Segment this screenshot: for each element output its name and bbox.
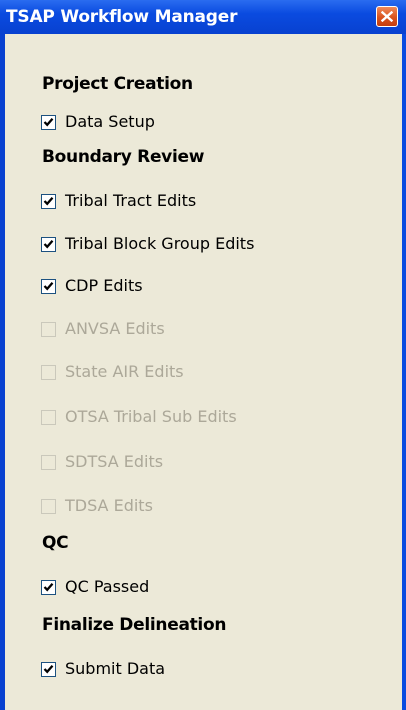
workflow-panel: Project Creation Data Setup Boundary Rev… <box>0 34 406 710</box>
checkbox-label: Submit Data <box>65 659 166 678</box>
checkbox-label: ANVSA Edits <box>65 319 165 338</box>
checkmark-icon <box>43 197 54 206</box>
section-heading-boundary-review: Boundary Review <box>42 147 205 167</box>
checkmark-icon <box>43 665 54 674</box>
checkbox-label: Data Setup <box>65 112 155 131</box>
title-bar[interactable]: TSAP Workflow Manager <box>0 0 406 34</box>
checkbox[interactable] <box>41 580 56 595</box>
window-title: TSAP Workflow Manager <box>6 7 238 27</box>
checkbox-label: SDTSA Edits <box>65 452 164 471</box>
checkbox[interactable] <box>41 662 56 677</box>
checkbox-label: OTSA Tribal Sub Edits <box>65 407 237 426</box>
section-heading-project-creation: Project Creation <box>42 74 193 94</box>
checkbox[interactable] <box>41 322 56 337</box>
checkbox[interactable] <box>41 410 56 425</box>
checkmark-icon <box>43 240 54 249</box>
checkbox-label: Tribal Block Group Edits <box>65 234 255 253</box>
section-heading-qc: QC <box>42 533 69 553</box>
close-button[interactable] <box>376 6 398 27</box>
checkbox-label: State AIR Edits <box>65 362 184 381</box>
checkbox[interactable] <box>41 365 56 380</box>
checkmark-icon <box>43 583 54 592</box>
checkmark-icon <box>43 282 54 291</box>
checkbox[interactable] <box>41 279 56 294</box>
section-heading-finalize-delineation: Finalize Delineation <box>42 615 227 635</box>
checkbox[interactable] <box>41 499 56 514</box>
checkbox-label: TDSA Edits <box>65 496 153 515</box>
checkbox[interactable] <box>41 237 56 252</box>
checkbox-label: QC Passed <box>65 577 150 596</box>
checkbox[interactable] <box>41 115 56 130</box>
checkbox-label: Tribal Tract Edits <box>65 191 197 210</box>
checkmark-icon <box>43 118 54 127</box>
close-icon <box>381 11 393 22</box>
checkbox[interactable] <box>41 455 56 470</box>
workflow-manager-window: TSAP Workflow Manager Project Creation D… <box>0 0 406 710</box>
checkbox-label: CDP Edits <box>65 276 143 295</box>
checkbox[interactable] <box>41 194 56 209</box>
